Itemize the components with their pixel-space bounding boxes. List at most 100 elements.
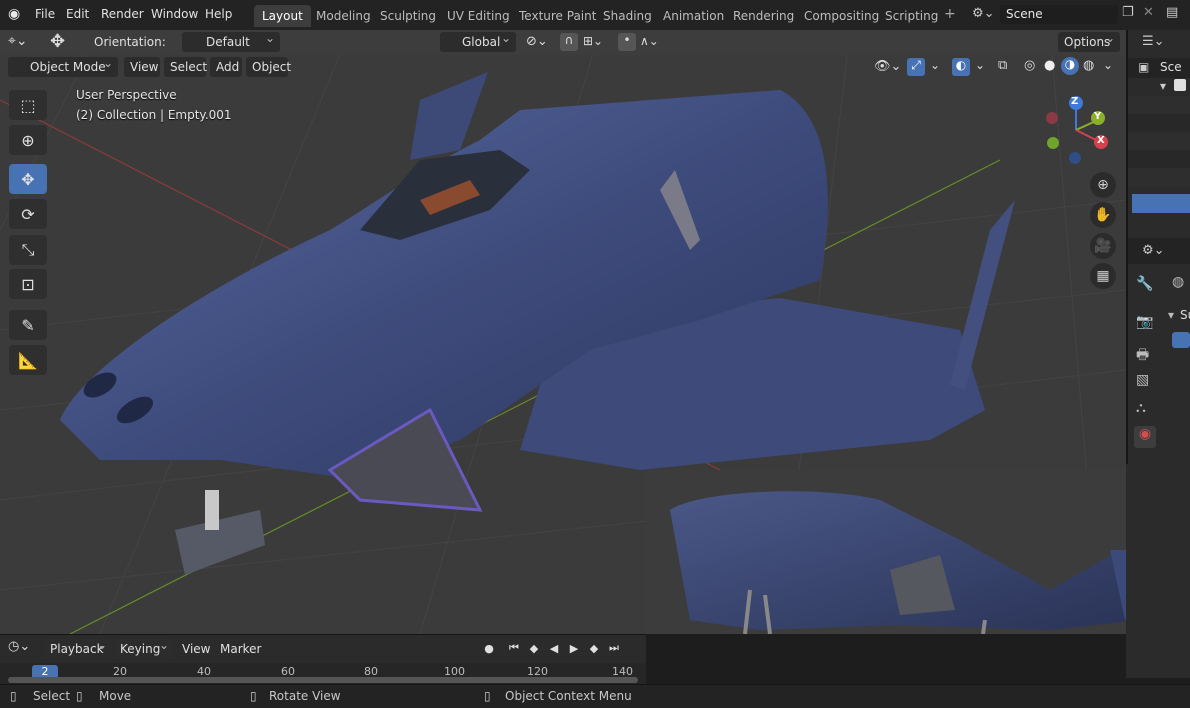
outliner-row[interactable] [1128,114,1190,132]
tab-compositing[interactable]: Compositing [796,5,887,27]
move-tool[interactable]: ✥ [9,164,47,194]
view-layer-icon[interactable]: ▤ [1166,5,1178,20]
collapse-icon[interactable]: ▾ [1168,308,1174,322]
gizmo-options-icon[interactable]: ⌄ [930,58,940,72]
zoom-button[interactable]: ⊕ [1090,172,1116,198]
falloff-icon[interactable]: ∧⌄ [640,34,659,48]
timeline-editor: ◷⌄ Playback Keying View Marker ● ⏮ ◆ ◀ ▶… [0,634,646,685]
jump-end-button[interactable]: ⏭ [605,639,623,657]
visibility-icon[interactable]: 👁⌄ [874,59,901,74]
orientation-dropdown[interactable]: Default [182,28,280,52]
auto-key-button[interactable]: ● [480,639,498,657]
world-slot-icon[interactable] [1172,332,1190,348]
overlay-toggle-icon[interactable]: ◐ [952,58,970,76]
view-menu[interactable]: View [124,57,160,77]
menu-file[interactable]: File [35,7,55,21]
checkbox-icon[interactable] [1174,79,1186,91]
keying-menu[interactable]: Keying [114,635,174,659]
rendered-shading-icon[interactable]: ◍ [1083,58,1094,73]
outliner-row[interactable] [1128,132,1190,150]
annotate-tool[interactable]: ✎ [9,310,47,340]
solid-shading-icon[interactable]: ● [1044,58,1055,73]
transform-tool[interactable]: ⊡ [9,269,47,299]
prev-keyframe-button[interactable]: ◆ [525,639,543,657]
timeline-scrollbar[interactable] [8,677,638,683]
cursor-tool[interactable]: ⊕ [9,125,47,155]
play-button[interactable]: ▶ [565,639,583,657]
xray-icon[interactable]: ⧉ [998,58,1007,73]
world-dropdown-icon[interactable]: ◍ [1172,274,1184,290]
select-box-tool[interactable]: ⬚ [9,90,47,120]
tool-properties-icon[interactable]: 🔧 [1136,276,1153,292]
outliner-row[interactable] [1128,150,1190,168]
outliner-row[interactable] [1128,96,1190,114]
menu-window[interactable]: Window [151,7,198,21]
scene-name-field[interactable]: Scene [1000,5,1118,24]
gizmo-z-label: Z [1071,96,1079,107]
properties-editor-icon[interactable]: ⚙⌄ [1142,243,1165,258]
next-keyframe-button[interactable]: ◆ [585,639,603,657]
output-properties-icon[interactable]: 🖶 [1136,344,1149,368]
close-scene-icon[interactable]: ✕ [1143,5,1154,20]
outliner-row[interactable] [1128,168,1190,186]
proportional-edit-icon[interactable]: • [618,33,636,51]
tab-sculpting[interactable]: Sculpting [372,5,444,27]
tab-rendering[interactable]: Rendering [725,5,802,27]
menu-render[interactable]: Render [101,7,144,21]
world-properties-icon[interactable]: ◉ [1134,426,1156,448]
tab-animation[interactable]: Animation [655,5,732,27]
snap-icon[interactable]: ∩ [560,33,578,51]
scene-selector-icon[interactable]: ⚙⌄ [972,6,995,21]
tab-modeling[interactable]: Modeling [308,5,379,27]
mode-dropdown[interactable]: Object Mode [8,53,118,77]
add-workspace-icon[interactable]: + [944,6,956,22]
tab-uv-editing[interactable]: UV Editing [439,5,518,27]
pan-button[interactable]: ✋ [1090,202,1116,228]
add-menu-label: Add [216,60,240,74]
overlay-options-icon[interactable]: ⌄ [975,58,985,72]
view-layer-properties-icon[interactable]: ▧ [1136,372,1149,388]
playback-menu[interactable]: Playback [44,635,112,659]
scene-properties-icon[interactable]: ⛬ [1136,400,1146,416]
jump-start-button[interactable]: ⏮ [505,639,523,657]
copy-scene-icon[interactable]: ❐ [1122,5,1134,20]
outliner-scene-row[interactable]: ▣ Sce [1128,58,1190,78]
add-menu[interactable]: Add [210,57,242,77]
outliner-editor-icon[interactable]: ☰⌄ [1142,34,1165,49]
orientation-label: Orientation: [94,35,166,49]
menu-help[interactable]: Help [205,7,232,21]
snap-target-icon[interactable]: ⊞⌄ [583,34,603,48]
scale-tool[interactable]: ⤡ [9,235,47,265]
material-shading-icon[interactable]: ◑ [1061,57,1079,75]
navigation-gizmo[interactable]: Z Y X [1040,92,1115,167]
wireframe-shading-icon[interactable]: ◎ [1024,58,1035,73]
tool-icon[interactable]: ⌖⌄ [8,33,28,49]
rotate-tool[interactable]: ⟳ [9,199,47,229]
pivot-icon[interactable]: ⊘⌄ [526,34,548,49]
outliner-collection-row[interactable]: ▾ [1128,78,1190,96]
marker-menu[interactable]: Marker [214,639,264,659]
timeline-view-menu[interactable]: View [176,639,212,659]
timeline-editor-icon[interactable]: ◷⌄ [8,639,30,654]
select-menu[interactable]: Select [164,57,207,77]
blender-logo-icon[interactable]: ◉ [8,6,26,24]
tab-shading[interactable]: Shading [595,5,660,27]
mode-value: Object Mode [30,60,106,74]
tab-scripting[interactable]: Scripting [877,5,946,27]
play-reverse-button[interactable]: ◀ [545,639,563,657]
top-menu-bar: ◉ File Edit Render Window Help Layout Mo… [0,0,1190,31]
tab-texture-paint[interactable]: Texture Paint [511,5,604,27]
gizmo-toggle-icon[interactable]: ⤢ [907,58,925,76]
object-menu[interactable]: Object [246,57,291,77]
tab-layout[interactable]: Layout [254,5,311,27]
status-rotate: Rotate View [269,689,341,703]
measure-tool[interactable]: 📐 [9,345,47,375]
shading-options-icon[interactable]: ⌄ [1103,58,1113,72]
ortho-toggle-button[interactable]: ▦ [1090,263,1116,289]
outliner-selected-row[interactable] [1132,194,1190,213]
transform-space-dropdown[interactable]: Global [440,28,516,52]
options-dropdown[interactable]: Options [1058,28,1120,52]
render-properties-icon[interactable]: 📷 [1136,314,1153,330]
menu-edit[interactable]: Edit [66,7,89,21]
camera-view-button[interactable]: 🎥 [1090,233,1116,259]
